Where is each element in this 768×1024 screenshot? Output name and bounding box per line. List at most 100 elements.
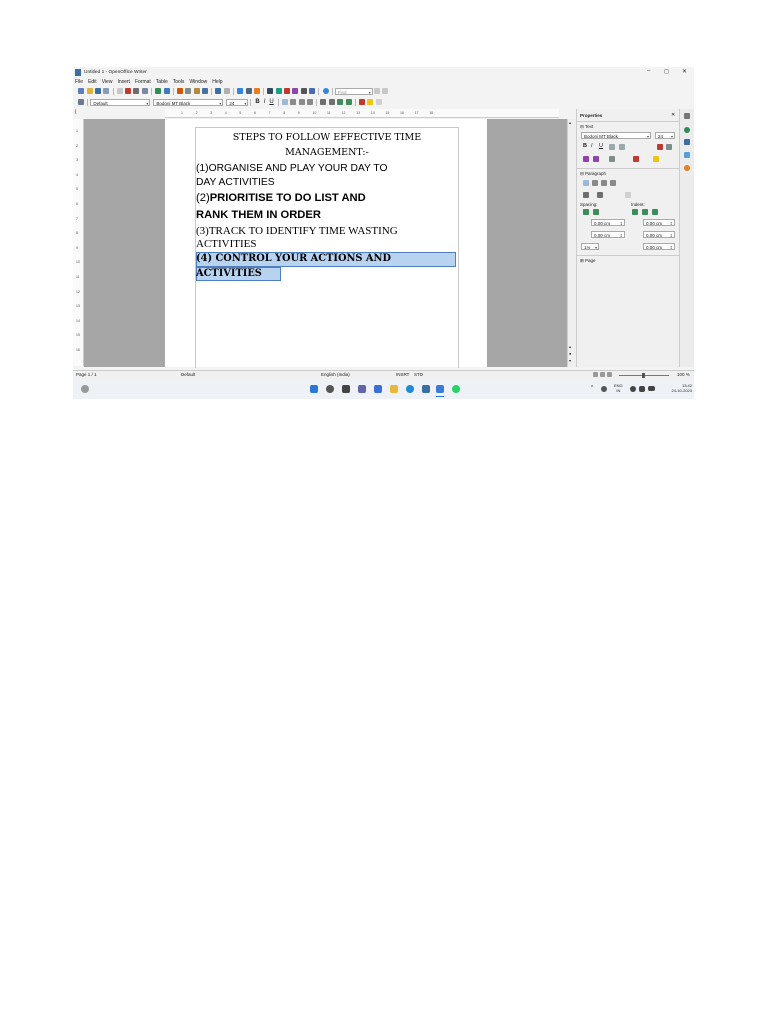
vertical-ruler[interactable]: 1 2 3 4 5 6 7 8 9 10 11 12 13 14 15 16 [73, 119, 84, 366]
wifi-icon[interactable] [630, 386, 636, 392]
above-spacing-input[interactable]: 0.00 cm ⇕ [591, 219, 625, 226]
doc-title-line2[interactable]: MANAGEMENT:- [196, 147, 458, 158]
sidebar-bullets-icon[interactable] [583, 192, 589, 198]
whatsapp-icon[interactable] [452, 385, 460, 393]
menu-edit[interactable]: Edit [88, 79, 97, 85]
zoom-level[interactable]: 100 % [677, 372, 690, 377]
single-page-view-icon[interactable] [593, 372, 598, 377]
decrease-indent-icon[interactable] [337, 99, 344, 105]
text-section-header[interactable]: ⊟ Text [580, 124, 593, 130]
item3-line2[interactable]: ACTIVITIES [196, 238, 257, 250]
task-view-icon[interactable] [342, 385, 350, 393]
copy-icon[interactable] [185, 88, 192, 94]
decrease-indent-icon[interactable] [642, 209, 648, 215]
font-name-select[interactable]: Bodoni MT Black ▾ [153, 98, 224, 106]
close-button[interactable]: ✕ [682, 68, 687, 75]
document-page[interactable]: STEPS TO FOLLOW EFFECTIVE TIME MANAGEMEN… [195, 127, 459, 368]
bold-icon[interactable]: B [255, 99, 259, 105]
paragraph-style-select[interactable]: Default ▾ [90, 98, 151, 106]
sidebar-align-right-icon[interactable] [601, 180, 607, 186]
undo-icon[interactable] [215, 88, 222, 94]
styles-formatting-icon[interactable] [78, 99, 85, 105]
background-color-icon[interactable] [375, 99, 382, 105]
underline-icon[interactable]: U [269, 99, 273, 105]
highlighting-icon[interactable] [367, 99, 374, 105]
item4-line1[interactable]: (4) CONTROL YOUR ACTIONS AND [196, 253, 391, 264]
increase-indent-icon[interactable] [632, 209, 638, 215]
volume-icon[interactable] [639, 386, 645, 392]
increase-font-icon[interactable] [657, 144, 663, 150]
menu-help[interactable]: Help [212, 79, 222, 85]
sidebar-highlight-icon[interactable] [653, 156, 659, 162]
item3-line1[interactable]: (3)TRACK TO IDENTIFY TIME WASTING [196, 225, 398, 237]
sidebar-menu-icon[interactable] [684, 113, 690, 119]
maximize-button[interactable]: ◻ [664, 68, 669, 75]
first-line-indent-input[interactable]: 0.00 cm ⇕ [643, 243, 675, 250]
font-size-select[interactable]: 24 ▾ [226, 98, 249, 106]
onedrive-icon[interactable] [601, 386, 607, 392]
chat-icon[interactable] [358, 385, 366, 393]
document-area[interactable]: STEPS TO FOLLOW EFFECTIVE TIME MANAGEMEN… [84, 119, 567, 368]
find-input[interactable]: Find ▾ [334, 87, 373, 95]
print-preview-icon[interactable] [141, 88, 148, 94]
align-center-icon[interactable] [290, 99, 297, 105]
ruler-tab-selector[interactable]: ⌊ [73, 109, 83, 117]
font-color-icon[interactable] [358, 99, 365, 105]
menu-window[interactable]: Window [189, 79, 207, 85]
search-icon[interactable] [326, 385, 334, 393]
menu-format[interactable]: Format [135, 79, 151, 85]
selection-mode-indicator[interactable]: STD [414, 372, 423, 377]
paste-icon[interactable] [193, 88, 200, 94]
page-style-indicator[interactable]: Default [181, 372, 195, 377]
start-icon[interactable] [310, 385, 318, 393]
page-section-header[interactable]: ⊞ Page [580, 258, 596, 264]
help-icon[interactable] [322, 88, 329, 94]
below-spacing-input[interactable]: 0.00 cm ⇕ [591, 231, 625, 238]
superscript-icon[interactable] [583, 156, 589, 162]
edit-file-icon[interactable] [116, 88, 123, 94]
paragraph-background-icon[interactable] [625, 192, 631, 198]
menu-view[interactable]: View [102, 79, 113, 85]
align-left-icon[interactable] [281, 99, 288, 105]
openoffice-taskbar-icon[interactable] [436, 385, 444, 393]
clone-format-icon[interactable] [202, 88, 209, 94]
italic-icon[interactable]: I [264, 99, 266, 105]
insert-mode-indicator[interactable]: INSRT [396, 372, 409, 377]
clock[interactable]: 13:42 24-10-2023 [662, 383, 692, 393]
new-document-icon[interactable] [78, 88, 85, 94]
sidebar-justify-icon[interactable] [610, 180, 616, 186]
decrease-font-icon[interactable] [666, 144, 672, 150]
vertical-scrollbar[interactable]: ▴ ▴ ● ▾ [567, 119, 576, 367]
save-icon[interactable] [94, 88, 101, 94]
redo-icon[interactable] [223, 88, 230, 94]
increase-spacing-icon[interactable] [583, 209, 589, 215]
properties-tab-icon[interactable] [684, 127, 690, 133]
sidebar-font-name-select[interactable]: Bodoni MT Black ▾ [581, 132, 651, 139]
strikethrough-icon[interactable] [609, 144, 615, 150]
sidebar-align-left-icon[interactable] [583, 180, 589, 186]
spellcheck-icon[interactable] [155, 88, 162, 94]
hanging-indent-icon[interactable] [652, 209, 658, 215]
file-explorer-icon[interactable] [390, 385, 398, 393]
open-icon[interactable] [86, 88, 93, 94]
store-icon[interactable] [422, 385, 430, 393]
bullets-icon[interactable] [328, 99, 335, 105]
page-indicator[interactable]: Page 1 / 1 [76, 372, 97, 377]
character-spacing-icon[interactable] [609, 156, 615, 162]
sidebar-font-color-icon[interactable] [633, 156, 639, 162]
widgets-icon[interactable] [81, 385, 89, 393]
doc-title-line1[interactable]: STEPS TO FOLLOW EFFECTIVE TIME [196, 132, 458, 143]
navigator-icon[interactable] [275, 88, 282, 94]
autospellcheck-icon[interactable] [163, 88, 170, 94]
sidebar-underline-icon[interactable]: U [599, 143, 603, 149]
sidebar-align-center-icon[interactable] [592, 180, 598, 186]
line-spacing-select[interactable]: 1⅓ ▾ [581, 243, 599, 250]
scroll-up-icon[interactable]: ▴ [569, 120, 571, 125]
multi-page-view-icon[interactable] [600, 372, 605, 377]
menu-file[interactable]: File [75, 79, 83, 85]
video-call-icon[interactable] [374, 385, 382, 393]
subscript-icon[interactable] [593, 156, 599, 162]
export-pdf-icon[interactable] [125, 88, 132, 94]
tray-overflow-icon[interactable]: ^ [591, 385, 593, 391]
sidebar-bold-icon[interactable]: B [583, 143, 587, 149]
